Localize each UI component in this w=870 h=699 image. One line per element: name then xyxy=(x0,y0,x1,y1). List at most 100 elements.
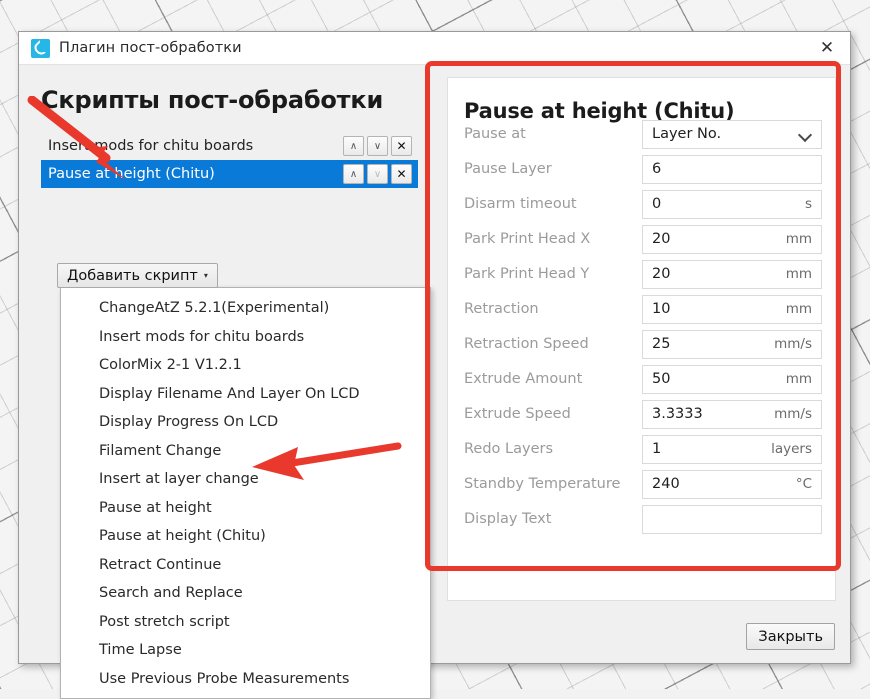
setting-unit: °C xyxy=(796,476,812,492)
setting-row: Redo Layers1layers xyxy=(464,432,822,466)
setting-row: Pause Layer 6 xyxy=(464,152,822,186)
setting-input[interactable]: 20mm xyxy=(642,225,822,254)
settings-form: Pause at Layer No. Pause Layer 6 Disarm time… xyxy=(464,117,822,537)
window-title: Плагин пост-обработки xyxy=(59,40,242,56)
setting-label: Redo Layers xyxy=(464,441,642,457)
close-icon[interactable]: ✕ xyxy=(810,34,844,62)
setting-input[interactable]: 1layers xyxy=(642,435,822,464)
add-script-button[interactable]: Добавить скрипт ▾ xyxy=(57,263,218,288)
setting-value: 20 xyxy=(652,266,786,282)
setting-input[interactable]: 0s xyxy=(642,190,822,219)
move-script-down-icon[interactable]: ∨ xyxy=(367,136,388,156)
settings-card: Pause at height (Chitu) Pause atLayer No… xyxy=(447,77,836,601)
setting-row: Extrude Speed3.3333mm/s xyxy=(464,397,822,431)
setting-value: 6 xyxy=(652,161,812,177)
setting-unit: mm xyxy=(786,301,812,317)
menu-item[interactable]: Insert mods for chitu boards xyxy=(61,323,430,352)
setting-value: 10 xyxy=(652,301,786,317)
menu-item[interactable]: Time Lapse xyxy=(61,636,430,665)
setting-value: 20 xyxy=(652,231,786,247)
setting-label: Retraction Speed xyxy=(464,336,642,352)
setting-unit: mm/s xyxy=(774,336,812,352)
menu-item[interactable]: Search and Replace xyxy=(61,579,430,608)
menu-item[interactable]: Pause at height (Chitu) xyxy=(61,522,430,551)
menu-item[interactable]: Post stretch script xyxy=(61,608,430,637)
remove-script-icon[interactable]: ✕ xyxy=(391,164,412,184)
setting-value: 0 xyxy=(652,196,805,212)
script-list-item[interactable]: Pause at height (Chitu)∧∨✕ xyxy=(41,160,418,188)
setting-unit: s xyxy=(805,196,812,212)
setting-value: 1 xyxy=(652,441,771,457)
chevron-down-icon: ▾ xyxy=(204,271,208,280)
setting-value: 240 xyxy=(652,476,796,492)
dialog-body: Скрипты пост-обработки Insert mods for c… xyxy=(19,65,850,663)
script-list-item-label: Insert mods for chitu boards xyxy=(48,138,343,154)
script-list-item-label: Pause at height (Chitu) xyxy=(48,166,343,182)
setting-input[interactable]: 240°C xyxy=(642,470,822,499)
setting-row: Standby Temperature240°C xyxy=(464,467,822,501)
add-script-label: Добавить скрипт xyxy=(67,268,198,284)
setting-value: 3.3333 xyxy=(652,406,774,422)
close-button[interactable]: Закрыть xyxy=(746,623,835,650)
move-script-up-icon[interactable]: ∧ xyxy=(343,164,364,184)
setting-label: Extrude Amount xyxy=(464,371,642,387)
setting-unit: mm xyxy=(786,231,812,247)
post-processing-dialog: Плагин пост-обработки ✕ Скрипты пост-обр… xyxy=(18,31,851,664)
move-script-up-icon[interactable]: ∧ xyxy=(343,136,364,156)
setting-row: Park Print Head Y20mm xyxy=(464,257,822,291)
script-list-item[interactable]: Insert mods for chitu boards∧∨✕ xyxy=(41,132,418,160)
setting-input[interactable]: 25mm/s xyxy=(642,330,822,359)
setting-unit: mm xyxy=(786,266,812,282)
setting-input[interactable]: 10mm xyxy=(642,295,822,324)
setting-label: Extrude Speed xyxy=(464,406,642,422)
dialog-title-bar: Плагин пост-обработки ✕ xyxy=(19,32,850,65)
remove-script-icon[interactable]: ✕ xyxy=(391,136,412,156)
scripts-pane: Скрипты пост-обработки Insert mods for c… xyxy=(19,65,423,663)
setting-label: Park Print Head Y xyxy=(464,266,642,282)
setting-input[interactable] xyxy=(642,505,822,534)
menu-item[interactable]: Display Progress On LCD xyxy=(61,408,430,437)
setting-unit: layers xyxy=(771,441,812,457)
setting-label: Retraction xyxy=(464,301,642,317)
setting-row: Park Print Head X20mm xyxy=(464,222,822,256)
page-title: Скрипты пост-обработки xyxy=(41,86,383,114)
setting-row: Extrude Amount50mm xyxy=(464,362,822,396)
setting-label: Disarm timeout xyxy=(464,196,642,212)
script-row-buttons: ∧∨✕ xyxy=(343,136,418,156)
menu-item[interactable]: ColorMix 2-1 V1.2.1 xyxy=(61,351,430,380)
menu-item[interactable]: Pause at height xyxy=(61,494,430,523)
menu-item[interactable]: Retract Continue xyxy=(61,551,430,580)
cura-logo-icon xyxy=(31,39,50,58)
setting-input[interactable]: 6 xyxy=(642,155,822,184)
setting-unit: mm xyxy=(786,371,812,387)
setting-input[interactable]: 3.3333mm/s xyxy=(642,400,822,429)
setting-label: Pause at xyxy=(464,126,642,142)
setting-label: Display Text xyxy=(464,511,642,527)
script-row-buttons: ∧∨✕ xyxy=(343,164,418,184)
menu-item[interactable]: Display Filename And Layer On LCD xyxy=(61,380,430,409)
chevron-down-icon xyxy=(799,128,812,141)
setting-value: Layer No. xyxy=(652,126,799,142)
active-scripts-list: Insert mods for chitu boards∧∨✕Pause at … xyxy=(41,132,418,188)
move-script-down-icon: ∨ xyxy=(367,164,388,184)
setting-value: 50 xyxy=(652,371,786,387)
menu-item[interactable]: Filament Change xyxy=(61,437,430,466)
setting-row: Retraction10mm xyxy=(464,292,822,326)
add-script-dropdown-menu[interactable]: ChangeAtZ 5.2.1(Experimental)Insert mods… xyxy=(60,287,431,699)
setting-row: Retraction Speed25mm/s xyxy=(464,327,822,361)
menu-item[interactable]: Insert at layer change xyxy=(61,465,430,494)
setting-label: Pause Layer xyxy=(464,161,642,177)
setting-row: Disarm timeout0s xyxy=(464,187,822,221)
setting-row: Display Text xyxy=(464,502,822,536)
script-settings-pane: Pause at height (Chitu) Pause atLayer No… xyxy=(423,65,850,663)
menu-item[interactable]: ChangeAtZ 5.2.1(Experimental) xyxy=(61,294,430,323)
setting-row: Pause at Layer No. xyxy=(464,117,822,151)
setting-value: 25 xyxy=(652,336,774,352)
close-button-label: Закрыть xyxy=(758,629,823,645)
setting-input[interactable]: 20mm xyxy=(642,260,822,289)
setting-label: Standby Temperature xyxy=(464,476,642,492)
setting-label: Park Print Head X xyxy=(464,231,642,247)
setting-unit: mm/s xyxy=(774,406,812,422)
setting-select[interactable]: Layer No. xyxy=(642,120,822,149)
setting-input[interactable]: 50mm xyxy=(642,365,822,394)
